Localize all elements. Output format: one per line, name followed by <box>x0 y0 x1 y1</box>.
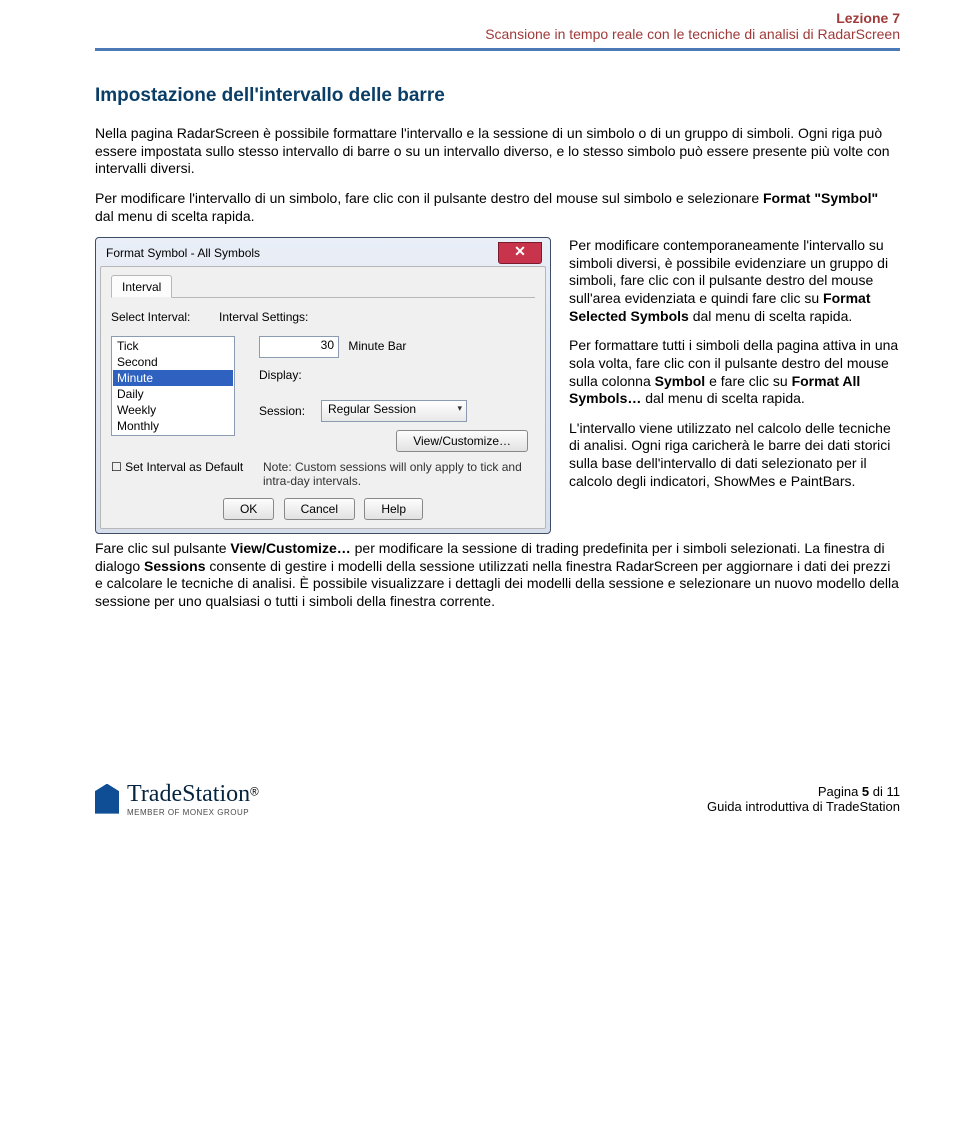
guide-title: Guida introduttiva di TradeStation <box>707 799 900 814</box>
lesson-number: Lezione 7 <box>95 10 900 26</box>
page-header: Lezione 7 Scansione in tempo reale con l… <box>95 10 900 42</box>
cancel-button[interactable]: Cancel <box>284 498 355 520</box>
list-item[interactable]: Weekly <box>113 402 233 418</box>
close-button[interactable]: ✕ <box>498 242 542 264</box>
page-title: Impostazione dell'intervallo delle barre <box>95 85 900 107</box>
brand-member: MEMBER OF MONEX GROUP <box>127 808 259 817</box>
side-paragraph-3: L'intervallo viene utilizzato nel calcol… <box>569 420 900 491</box>
page-footer: TradeStation® MEMBER OF MONEX GROUP Pagi… <box>95 781 900 817</box>
logo-icon <box>95 784 119 814</box>
side-paragraph-2: Per formattare tutti i simboli della pag… <box>569 337 900 408</box>
closing-paragraph: Fare clic sul pulsante View/Customize… p… <box>95 540 900 611</box>
custom-session-note: Note: Custom sessions will only apply to… <box>261 460 535 488</box>
view-customize-button[interactable]: View/Customize… <box>396 430 528 452</box>
page-number: Pagina 5 di 11 <box>707 784 900 799</box>
ok-button[interactable]: OK <box>223 498 274 520</box>
help-button[interactable]: Help <box>364 498 423 520</box>
label-interval-settings: Interval Settings: <box>219 310 535 324</box>
side-paragraph-1: Per modificare contemporaneamente l'inte… <box>569 237 900 325</box>
list-item[interactable]: Second <box>113 354 233 370</box>
label-display: Display: <box>259 368 535 382</box>
interval-listbox[interactable]: Tick Second Minute Daily Weekly Monthly <box>111 336 235 436</box>
list-item[interactable]: Monthly <box>113 418 233 434</box>
list-item[interactable]: Tick <box>113 338 233 354</box>
interval-value-input[interactable]: 30 <box>259 336 339 358</box>
intro-paragraph-2: Per modificare l'intervallo di un simbol… <box>95 190 900 225</box>
brand-logo: TradeStation® MEMBER OF MONEX GROUP <box>95 781 259 817</box>
label-units: Minute Bar <box>348 339 406 353</box>
registered-mark: ® <box>250 785 259 798</box>
header-rule <box>95 48 900 51</box>
intro-paragraph-1: Nella pagina RadarScreen è possibile for… <box>95 125 900 178</box>
label-select-interval: Select Interval: <box>111 310 219 324</box>
list-item-selected[interactable]: Minute <box>113 370 233 386</box>
label-session: Session: <box>259 404 321 418</box>
dialog-title: Format Symbol - All Symbols <box>106 246 260 260</box>
brand-name: TradeStation <box>127 781 250 807</box>
session-dropdown[interactable]: Regular Session <box>321 400 467 422</box>
list-item[interactable]: Daily <box>113 386 233 402</box>
set-default-checkbox[interactable]: Set Interval as Default <box>111 460 243 474</box>
close-icon: ✕ <box>514 243 526 259</box>
format-symbol-dialog: Format Symbol - All Symbols ✕ Interval S… <box>95 237 551 534</box>
tab-interval[interactable]: Interval <box>111 275 172 298</box>
lesson-subtitle: Scansione in tempo reale con le tecniche… <box>485 26 900 42</box>
